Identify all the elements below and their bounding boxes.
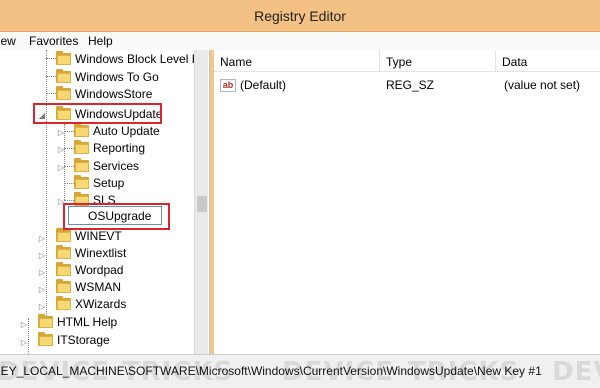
- menu-favorites[interactable]: Favorites: [29, 34, 78, 48]
- tree-node-windows-block-level[interactable]: Windows Block Level B: [56, 51, 200, 67]
- folder-icon: [56, 51, 71, 65]
- folder-icon: [56, 245, 71, 259]
- tree-node-label: Auto Update: [93, 124, 160, 138]
- highlight-osupgrade: [63, 203, 170, 230]
- folder-icon: [38, 332, 53, 346]
- tree-node-winextlist[interactable]: Winextlist: [56, 245, 126, 261]
- tree-node-label: WindowsStore: [75, 87, 153, 101]
- tree-connector: [64, 166, 74, 167]
- tree-node-label: Windows To Go: [75, 70, 159, 84]
- folder-icon: [56, 262, 71, 276]
- expand-arrow-icon[interactable]: ▷: [57, 128, 65, 138]
- folder-icon: [74, 123, 89, 137]
- folder-icon: [74, 140, 89, 154]
- tree-connector: [64, 131, 74, 132]
- folder-icon: [38, 314, 53, 328]
- tree-node-auto-update[interactable]: Auto Update: [74, 123, 160, 139]
- tree-node-label: Services: [93, 159, 140, 173]
- tree-node-setup[interactable]: Setup: [74, 175, 124, 191]
- tree-node-windows-to-go[interactable]: Windows To Go: [56, 69, 159, 85]
- folder-icon: [56, 86, 71, 100]
- folder-icon: [74, 158, 89, 172]
- tree-connector: [46, 76, 56, 77]
- values-list[interactable]: Name Type Data ab (Default) REG_SZ (value…: [214, 50, 600, 354]
- tree-node-html-help[interactable]: HTML Help: [38, 314, 117, 330]
- column-header-name[interactable]: Name: [214, 50, 380, 72]
- tree-node-services[interactable]: Services: [74, 158, 139, 174]
- column-header-data[interactable]: Data: [496, 50, 600, 72]
- menu-view[interactable]: View: [0, 34, 16, 48]
- value-row-type: REG_SZ: [386, 78, 435, 92]
- tree-node-label: ITStorage: [57, 333, 110, 347]
- tree-connector: [46, 58, 56, 59]
- folder-icon: [56, 69, 71, 83]
- tree-node-label: Setup: [93, 176, 125, 190]
- folder-icon: [56, 228, 71, 242]
- folder-icon: [56, 279, 71, 293]
- tree-node-label: WSMAN: [75, 280, 121, 294]
- tree-node-xwizards[interactable]: XWizards: [56, 296, 126, 312]
- tree-node-windowsstore[interactable]: WindowsStore: [56, 86, 152, 102]
- tree-connector: [28, 318, 29, 354]
- tree-node-label: Winextlist: [75, 246, 127, 260]
- expand-arrow-icon[interactable]: ▷: [38, 302, 46, 312]
- tree-node-reporting[interactable]: Reporting: [74, 140, 145, 156]
- expand-arrow-icon[interactable]: ▷: [20, 338, 28, 348]
- menu-bar: View Favorites Help: [0, 32, 600, 50]
- folder-icon: [56, 296, 71, 310]
- expand-arrow-icon[interactable]: ▷: [57, 145, 65, 155]
- status-bar: DEVICE TRICKS DEVICE TRICKS DEVICE HKEY_…: [0, 354, 600, 388]
- tree-connector: [64, 148, 74, 149]
- tree-node-label: Wordpad: [75, 263, 124, 277]
- title-bar: Registry Editor: [0, 0, 600, 32]
- tree-scrollbar[interactable]: [194, 50, 208, 354]
- value-name: (Default): [240, 78, 287, 92]
- tree-node-winevt[interactable]: WINEVT: [56, 228, 122, 244]
- watermark-text: DEVICE: [552, 357, 600, 387]
- scrollbar-thumb[interactable]: [197, 196, 207, 212]
- column-header-type[interactable]: Type: [380, 50, 496, 72]
- expand-arrow-icon[interactable]: ▷: [57, 163, 65, 173]
- value-row-data: (value not set): [504, 78, 581, 92]
- tree-node-label: XWizards: [75, 297, 127, 311]
- window-title: Registry Editor: [254, 8, 346, 24]
- tree-node-itstorage[interactable]: ITStorage: [38, 332, 110, 348]
- tree-node-wsman[interactable]: WSMAN: [56, 279, 121, 295]
- expand-arrow-icon[interactable]: ▷: [20, 320, 28, 330]
- expand-arrow-icon[interactable]: ▷: [38, 251, 46, 261]
- highlight-windowsupdate: [33, 103, 162, 124]
- tree-connector: [64, 183, 74, 184]
- tree-node-label: HTML Help: [57, 315, 118, 329]
- tree-node-label: WINEVT: [75, 229, 122, 243]
- expand-arrow-icon[interactable]: ▷: [38, 234, 46, 244]
- tree-connector: [46, 93, 56, 94]
- status-path: HKEY_LOCAL_MACHINE\SOFTWARE\Microsoft\Wi…: [0, 364, 542, 378]
- tree-node-label: Windows Block Level B: [75, 52, 200, 66]
- tree-node-wordpad[interactable]: Wordpad: [56, 262, 123, 278]
- value-row-name[interactable]: ab (Default): [220, 78, 287, 93]
- folder-icon: [74, 175, 89, 189]
- menu-help[interactable]: Help: [88, 34, 113, 48]
- string-value-icon: ab: [220, 79, 236, 93]
- tree-node-label: Reporting: [93, 141, 146, 155]
- registry-tree[interactable]: Windows Block Level B Windows To Go Wind…: [0, 50, 210, 354]
- expand-arrow-icon[interactable]: ▷: [38, 285, 46, 295]
- expand-arrow-icon[interactable]: ▷: [38, 268, 46, 278]
- tree-connector: [46, 50, 47, 318]
- tree-connector: [64, 200, 74, 201]
